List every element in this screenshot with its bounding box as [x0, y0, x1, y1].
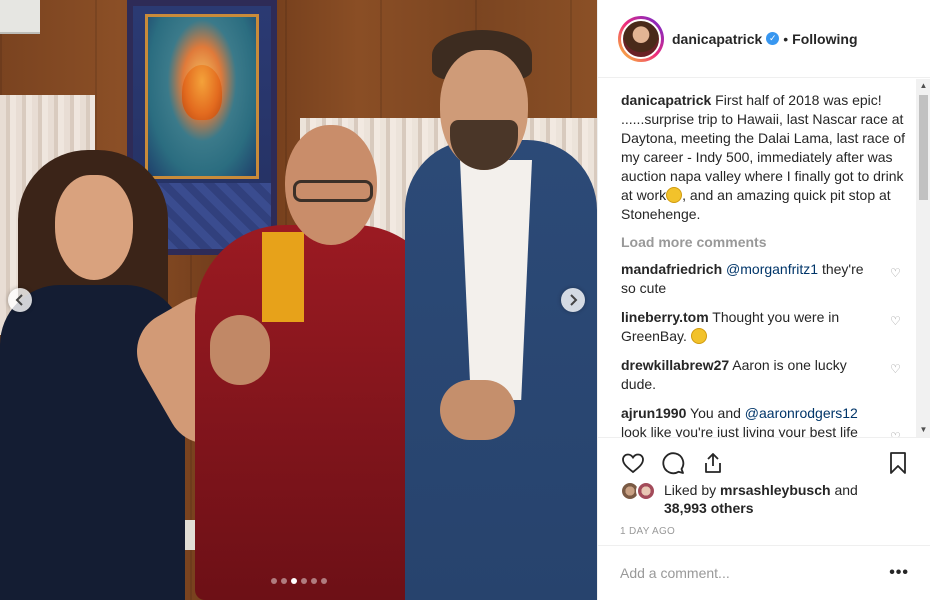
likes-prefix: Liked by — [664, 482, 717, 498]
instagram-post: danicapatrick ✓ • Following danicapatric… — [0, 0, 930, 600]
likes-summary: Liked by mrsashleybusch and 38,993 other… — [620, 481, 904, 517]
comments-scrollbar[interactable]: ▲ ▼ — [916, 79, 930, 437]
comment-button[interactable] — [660, 450, 686, 476]
scroll-up-arrow-icon[interactable]: ▲ — [916, 79, 930, 93]
comments-list[interactable]: danicapatrick First half of 2018 was epi… — [598, 79, 916, 437]
post-photo[interactable] — [0, 0, 597, 600]
load-more-comments-button[interactable]: Load more comments — [621, 234, 916, 250]
comment-mention[interactable]: @morganfritz1 — [726, 261, 818, 277]
carousel-dot — [310, 578, 317, 584]
comment-username[interactable]: ajrun1990 — [621, 405, 686, 421]
comment: lineberry.tom Thought you were in GreenB… — [621, 308, 916, 346]
like-button[interactable] — [620, 450, 646, 476]
grin-emoji-icon — [666, 187, 683, 203]
post-header: danicapatrick ✓ • Following — [598, 0, 930, 78]
carousel-dot — [270, 578, 277, 584]
liker-avatars[interactable] — [620, 481, 660, 501]
carousel-dot — [280, 578, 287, 584]
share-button[interactable] — [700, 450, 726, 476]
following-button[interactable]: Following — [792, 31, 857, 47]
carousel-dot — [290, 578, 297, 584]
carousel-prev-button[interactable] — [8, 288, 32, 312]
chevron-left-icon — [15, 294, 23, 306]
air-conditioner — [0, 0, 40, 34]
carousel-dot — [300, 578, 307, 584]
post-timestamp[interactable]: 1 DAY AGO — [620, 526, 675, 537]
liked-by-username[interactable]: mrsashleybusch — [720, 482, 831, 498]
caption: danicapatrick First half of 2018 was epi… — [621, 91, 916, 224]
likes-count[interactable]: 38,993 others — [664, 500, 754, 516]
comment-icon — [662, 451, 685, 474]
glasses — [293, 180, 373, 202]
save-button[interactable] — [885, 450, 911, 476]
add-comment-bar: ••• — [598, 545, 930, 600]
kiss-emoji-icon — [690, 328, 707, 344]
share-icon — [705, 452, 721, 473]
comment-mention[interactable]: @aaronrodgers12 — [745, 405, 858, 421]
post-side-panel: danicapatrick ✓ • Following danicapatric… — [597, 0, 930, 600]
avatar-story-ring[interactable] — [618, 15, 664, 62]
scroll-down-arrow-icon[interactable]: ▼ — [916, 423, 930, 437]
action-bar — [598, 437, 930, 487]
comment-username[interactable]: mandafriedrich — [621, 261, 722, 277]
comment-text: You and — [690, 405, 745, 421]
likes-joiner: and — [834, 482, 858, 498]
comment-like-heart-icon[interactable]: ♡ — [890, 363, 902, 375]
comment: drewkillabrew27 Aaron is one lucky dude.… — [621, 356, 916, 394]
chevron-right-icon — [570, 294, 578, 306]
more-options-button[interactable]: ••• — [889, 564, 909, 582]
scrollbar-thumb[interactable] — [919, 95, 928, 200]
comment-text: look like you're just living your best l… — [621, 424, 858, 437]
person-left-face — [55, 175, 133, 280]
likes-text: Liked by mrsashleybusch and 38,993 other… — [664, 481, 904, 517]
header-username[interactable]: danicapatrick — [672, 31, 762, 47]
verified-badge-icon: ✓ — [766, 32, 780, 45]
comment-like-heart-icon[interactable]: ♡ — [890, 267, 902, 279]
carousel-next-button[interactable] — [561, 288, 585, 312]
bookmark-icon — [890, 452, 906, 474]
caption-username[interactable]: danicapatrick — [621, 92, 711, 108]
avatar — [636, 481, 656, 501]
comment: ajrun1990 You and @aaronrodgers12 look l… — [621, 404, 916, 437]
comment-username[interactable]: lineberry.tom — [621, 309, 709, 325]
carousel-dot — [320, 578, 327, 584]
comment-username[interactable]: drewkillabrew27 — [621, 357, 729, 373]
add-comment-input[interactable] — [620, 565, 890, 581]
avatar[interactable] — [621, 18, 661, 59]
header-separator: • — [783, 30, 789, 47]
carousel-dots — [0, 578, 597, 584]
heart-icon — [622, 453, 644, 473]
comment: mandafriedrich @morganfritz1 they're so … — [621, 260, 916, 298]
comment-like-heart-icon[interactable]: ♡ — [890, 315, 902, 327]
